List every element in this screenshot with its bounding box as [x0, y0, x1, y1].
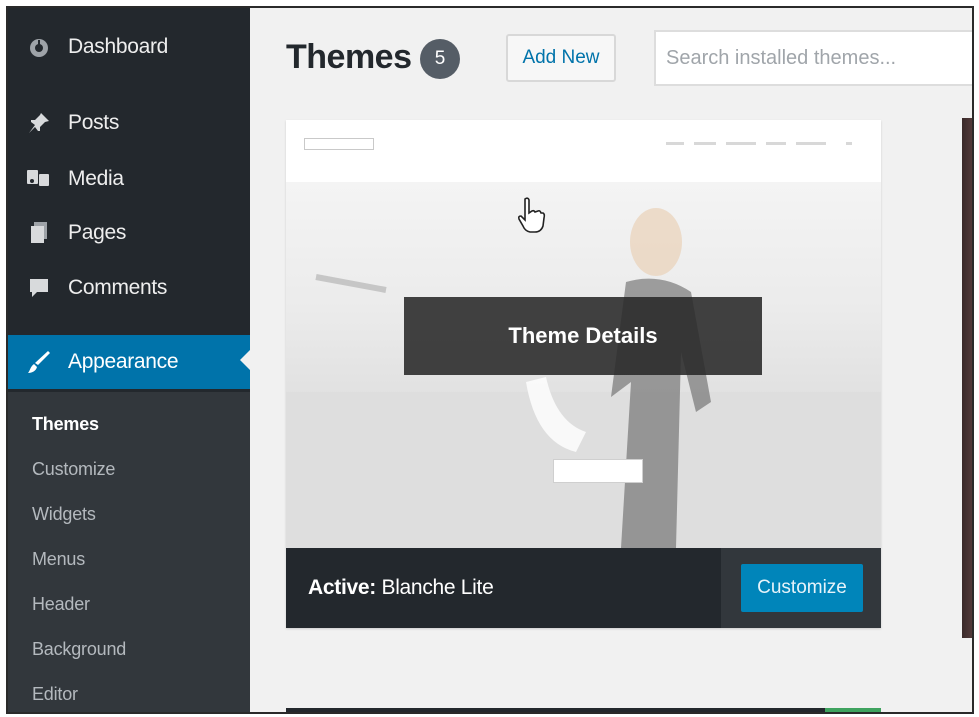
sidebar-item-posts[interactable]: Posts [8, 98, 250, 148]
submenu-item-widgets[interactable]: Widgets [32, 504, 96, 525]
submenu-item-themes[interactable]: Themes [32, 414, 99, 435]
next-theme-card-edge[interactable] [962, 118, 972, 638]
theme-preview-menu-item [726, 142, 756, 145]
media-icon [16, 167, 62, 191]
sidebar-item-appearance[interactable]: Appearance [8, 335, 250, 389]
next-row-theme-card[interactable] [286, 708, 881, 712]
theme-screenshot[interactable]: Theme Details [286, 120, 881, 548]
theme-card-footer: Active: Blanche Lite Customize [286, 548, 881, 628]
active-label: Active: [308, 576, 376, 599]
sidebar-item-label: Pages [68, 221, 127, 244]
sidebar-item-label: Posts [68, 111, 120, 134]
submenu-item-background[interactable]: Background [32, 639, 126, 660]
submenu-item-customize[interactable]: Customize [32, 459, 115, 480]
sidebar-item-dashboard[interactable]: Dashboard [8, 22, 250, 72]
theme-preview-menu-item [666, 142, 684, 145]
theme-details-button[interactable]: Theme Details [404, 297, 762, 375]
pages-icon [16, 221, 62, 245]
add-new-button[interactable]: Add New [506, 34, 616, 82]
brush-icon [16, 349, 62, 375]
submenu-item-editor[interactable]: Editor [32, 684, 78, 705]
theme-preview-search-icon [846, 142, 852, 145]
theme-count-badge: 5 [420, 39, 460, 79]
admin-sidebar: Dashboard Posts Media Pages Comments App… [8, 8, 250, 712]
theme-preview-menu-item [796, 142, 826, 145]
sidebar-item-label: Media [68, 167, 124, 190]
sidebar-item-comments[interactable]: Comments [8, 263, 250, 313]
theme-card-active[interactable]: Theme Details Active: Blanche Lite Custo… [286, 120, 881, 628]
hand-cursor-icon [516, 196, 546, 239]
screenshot-frame: Dashboard Posts Media Pages Comments App… [6, 6, 974, 714]
theme-preview-button [553, 459, 643, 483]
sidebar-item-label: Appearance [68, 350, 179, 373]
sidebar-item-media[interactable]: Media [8, 154, 250, 204]
sidebar-item-label: Comments [68, 276, 168, 299]
sidebar-item-pages[interactable]: Pages [8, 208, 250, 258]
theme-preview-menu-item [694, 142, 716, 145]
submenu-item-menus[interactable]: Menus [32, 549, 85, 570]
search-themes-input[interactable] [654, 30, 972, 86]
page-title: Themes [286, 38, 412, 76]
main-content: Themes 5 Add New Search installed themes… [250, 8, 972, 712]
comment-icon [16, 277, 62, 299]
theme-preview-menu-item [766, 142, 786, 145]
dashboard-icon [16, 36, 62, 58]
pin-icon [16, 111, 62, 135]
theme-name: Blanche Lite [381, 576, 494, 599]
active-theme-name: Active: Blanche Lite [308, 576, 494, 600]
theme-preview-navbar [286, 120, 881, 182]
theme-preview-logo [304, 138, 374, 150]
sidebar-item-label: Dashboard [68, 35, 169, 58]
customize-button[interactable]: Customize [741, 564, 863, 612]
next-row-theme-card-accent [825, 708, 881, 712]
submenu-item-header[interactable]: Header [32, 594, 90, 615]
